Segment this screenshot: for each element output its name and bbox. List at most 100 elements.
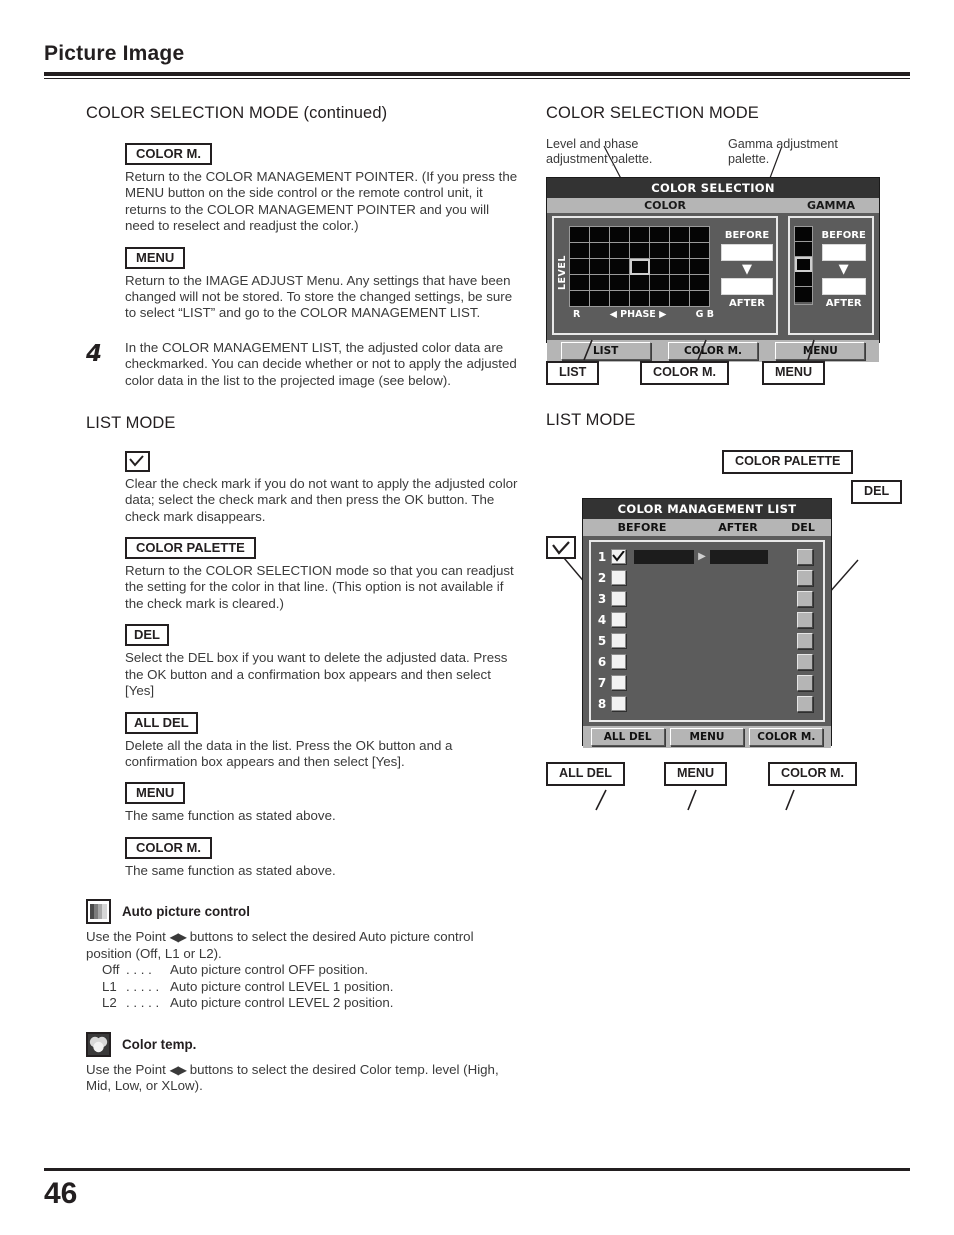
table-row[interactable]: 5 [595, 630, 820, 651]
grid-cell[interactable] [689, 274, 710, 291]
grid-cell[interactable] [689, 226, 710, 243]
gamma-cell[interactable] [795, 272, 813, 287]
grid-cell[interactable] [669, 258, 690, 275]
grid-cell[interactable] [609, 226, 630, 243]
color-temp-description: Use the Point ◀▶ buttons to select the d… [86, 1062, 522, 1095]
keycap-menu[interactable]: MENU [125, 246, 186, 269]
grid-cell[interactable] [609, 258, 630, 275]
phase-level-grid[interactable] [569, 226, 710, 307]
color-m-2-description: The same function as stated above. [125, 862, 336, 878]
table-row[interactable]: 8 [595, 693, 820, 714]
row-del-box[interactable] [797, 695, 813, 712]
grid-cell[interactable] [589, 226, 610, 243]
row-checkbox[interactable] [611, 654, 626, 669]
grid-cell[interactable] [589, 274, 610, 291]
gamma-cell-selected[interactable] [795, 257, 813, 272]
grid-cell[interactable] [669, 290, 690, 307]
row-del-box[interactable] [797, 590, 813, 607]
grid-cell[interactable] [669, 226, 690, 243]
row-checkbox[interactable] [611, 549, 626, 564]
row-del-box[interactable] [797, 674, 813, 691]
column-header-before: BEFORE [617, 521, 667, 534]
grid-cell[interactable] [669, 274, 690, 291]
row-del-box[interactable] [797, 653, 813, 670]
keycap-color-m-2[interactable]: COLOR M. [125, 836, 212, 859]
table-row[interactable]: 1 ▶ [595, 546, 820, 567]
grid-cell[interactable] [629, 226, 650, 243]
row-checkbox[interactable] [611, 633, 626, 648]
grid-cell[interactable] [629, 274, 650, 291]
grid-cell[interactable] [629, 242, 650, 259]
osd-button-color-m[interactable]: COLOR M. [749, 728, 824, 746]
section-heading-list-mode: LIST MODE [86, 414, 522, 433]
before-swatch [721, 244, 773, 261]
grid-cell-selected[interactable] [629, 258, 650, 275]
gamma-cell[interactable] [795, 227, 813, 242]
osd-button-list[interactable]: LIST [560, 342, 651, 360]
gamma-strip[interactable] [794, 226, 814, 305]
row-del-box[interactable] [797, 569, 813, 586]
checkmark-icon[interactable] [125, 450, 150, 472]
keycap-del[interactable]: DEL [125, 624, 169, 647]
row-del-box[interactable] [797, 632, 813, 649]
grid-cell[interactable] [689, 242, 710, 259]
osd-button-all-del[interactable]: ALL DEL [590, 728, 665, 746]
grid-cell[interactable] [649, 242, 670, 259]
row-checkbox[interactable] [611, 612, 626, 627]
grid-cell[interactable] [609, 290, 630, 307]
grid-cell[interactable] [649, 258, 670, 275]
table-row[interactable]: 7 [595, 672, 820, 693]
grid-cell[interactable] [629, 290, 650, 307]
osd-button-menu[interactable]: MENU [669, 728, 744, 746]
grid-cell[interactable] [569, 290, 590, 307]
grid-cell[interactable] [569, 242, 590, 259]
color-palette-panel[interactable]: LEVEL R ◀ PHASE ▶ G B BEFORE ▼ AFTER [552, 216, 778, 335]
color-before-after: BEFORE ▼ AFTER [718, 218, 776, 333]
grid-cell[interactable] [589, 290, 610, 307]
keycap-color-m[interactable]: COLOR M. [125, 143, 212, 165]
grid-cell[interactable] [689, 258, 710, 275]
gamma-cell[interactable] [795, 287, 813, 302]
row-index: 6 [597, 654, 607, 669]
color-selection-body: COLOR LEVEL R ◀ PHASE ▶ G B BEFORE ▼ AFT… [547, 198, 879, 340]
row-checkbox[interactable] [611, 570, 626, 585]
grid-cell[interactable] [569, 226, 590, 243]
color-temp-icon [86, 1031, 111, 1057]
keycap-menu-2[interactable]: MENU [125, 782, 186, 805]
grid-cell[interactable] [669, 242, 690, 259]
row-checkbox[interactable] [611, 675, 626, 690]
grid-cell[interactable] [589, 242, 610, 259]
row-del-box[interactable] [797, 548, 813, 565]
keycap-color-palette[interactable]: COLOR PALETTE [125, 537, 256, 560]
gamma-palette-panel[interactable]: BEFORE ▼ AFTER [788, 216, 874, 335]
after-label: AFTER [825, 298, 862, 309]
grid-cell[interactable] [609, 242, 630, 259]
grid-cell[interactable] [589, 258, 610, 275]
table-row[interactable]: 4 [595, 609, 820, 630]
gamma-cell[interactable] [795, 242, 813, 257]
table-row[interactable]: 3 [595, 588, 820, 609]
point-buttons-icon: ◀▶ [169, 1062, 187, 1077]
grid-cell[interactable] [689, 290, 710, 307]
diagram-heading-list-mode: LIST MODE [546, 411, 910, 430]
keycap-all-del[interactable]: ALL DEL [125, 711, 198, 734]
osd-button-color-m[interactable]: COLOR M. [667, 342, 758, 360]
grid-cell[interactable] [569, 258, 590, 275]
gamma-section: GAMMA BEFORE ▼ AFTER [783, 198, 879, 340]
apc-text-1: Use the Point [86, 929, 170, 945]
list-callout-row: ALL DEL MENU COLOR M. [546, 762, 910, 796]
grid-cell[interactable] [609, 274, 630, 291]
row-checkbox[interactable] [611, 696, 626, 711]
table-row [569, 274, 710, 291]
row-arrow-icon: ▶ [698, 551, 706, 562]
grid-cell[interactable] [649, 274, 670, 291]
row-checkbox[interactable] [611, 591, 626, 606]
grid-cell[interactable] [569, 274, 590, 291]
table-row[interactable]: 6 [595, 651, 820, 672]
grid-cell[interactable] [649, 226, 670, 243]
all-del-description: Delete all the data in the list. Press t… [125, 737, 453, 769]
grid-cell[interactable] [649, 290, 670, 307]
osd-button-menu[interactable]: MENU [775, 342, 866, 360]
row-del-box[interactable] [797, 611, 813, 628]
table-row[interactable]: 2 [595, 567, 820, 588]
